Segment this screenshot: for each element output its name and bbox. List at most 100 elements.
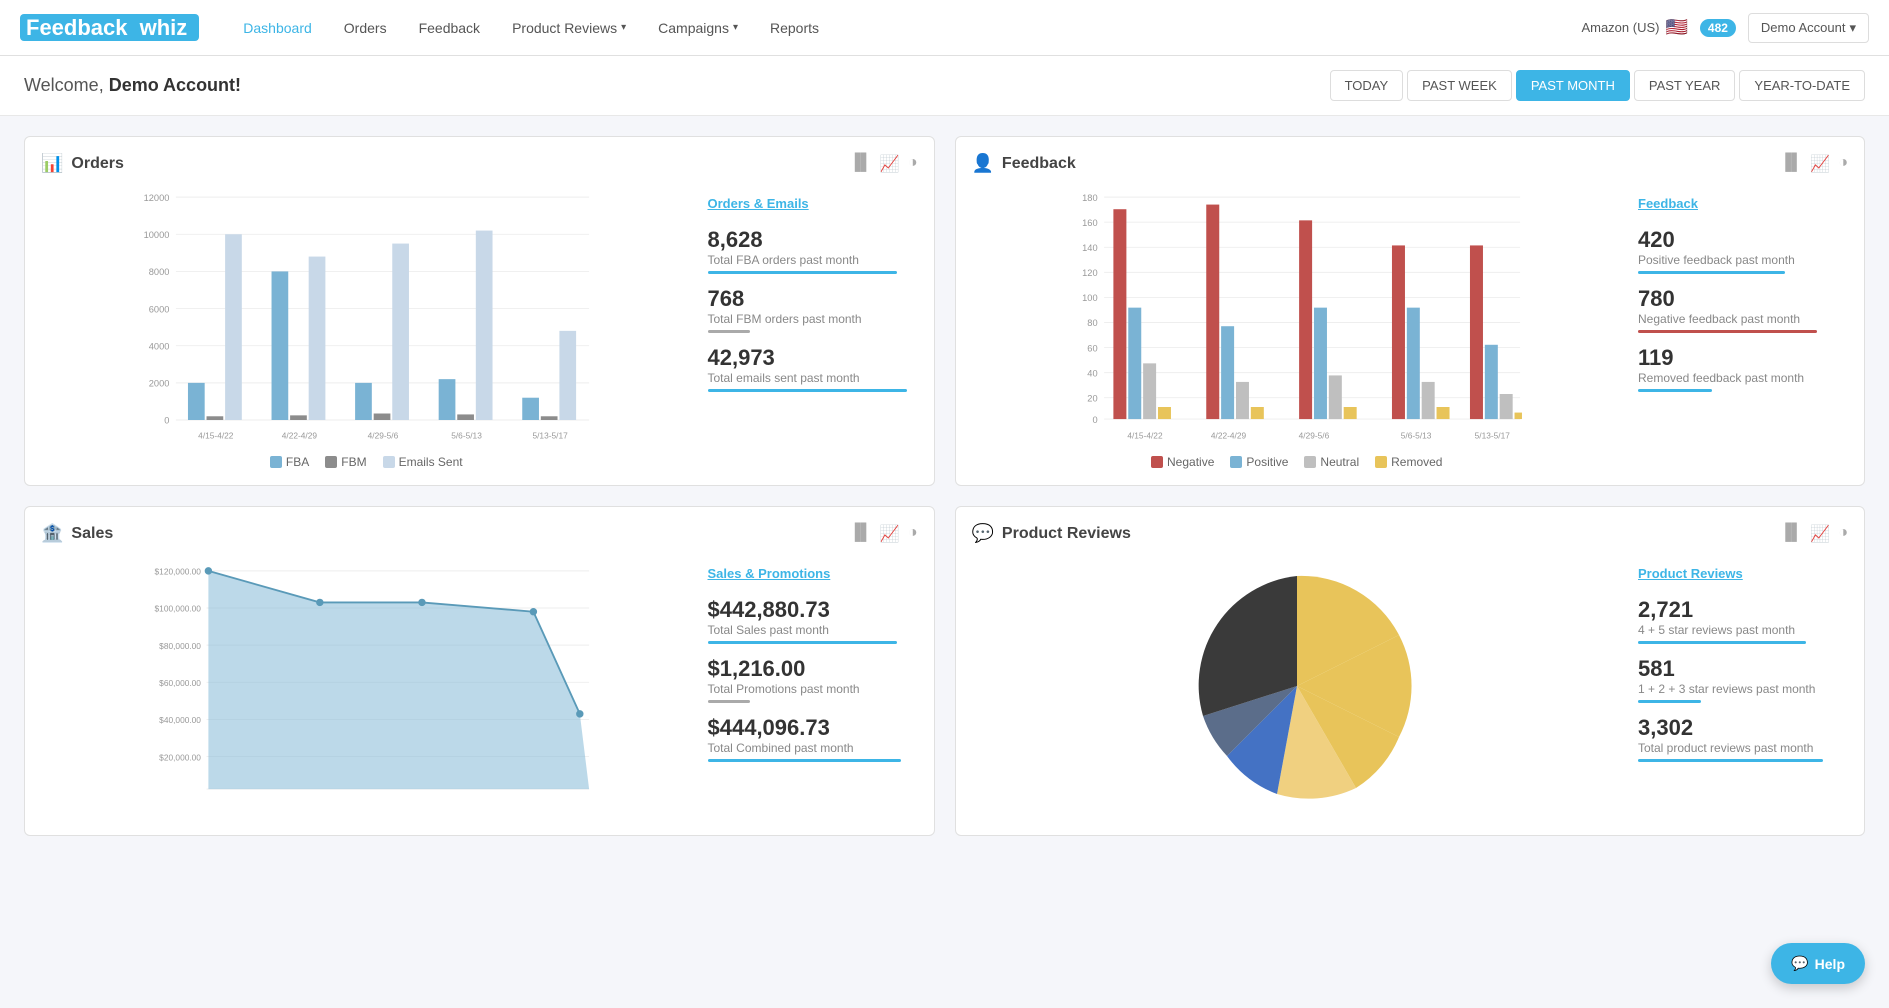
feedback-pie-chart-icon[interactable]: ◑	[1838, 154, 1848, 174]
welcome-bar: Welcome, Demo Account! TODAY PAST WEEK P…	[0, 56, 1889, 116]
sales-line-chart-icon[interactable]: 📈	[880, 524, 900, 544]
product-reviews-stat-link-group: Product Reviews	[1638, 566, 1848, 585]
reviews-high-star-bar	[1638, 641, 1806, 644]
date-today[interactable]: TODAY	[1330, 70, 1404, 101]
bar-chart-icon[interactable]: ▐▌	[849, 154, 872, 174]
svg-text:2000: 2000	[149, 379, 170, 389]
logo: Feedback whiz	[20, 15, 199, 41]
feedback-title-label: Feedback	[1002, 155, 1076, 173]
svg-text:80: 80	[1087, 318, 1097, 328]
legend-fbm-dot	[325, 456, 337, 468]
demo-account-menu[interactable]: Demo Account ▾	[1748, 13, 1869, 43]
reviews-bar-chart-icon[interactable]: ▐▌	[1780, 524, 1803, 544]
orders-emails-value: 42,973	[708, 345, 918, 371]
sales-promotions-label: Total Promotions past month	[708, 682, 918, 696]
nav-dashboard[interactable]: Dashboard	[229, 14, 326, 42]
orders-stat-link-group: Orders & Emails	[708, 196, 918, 215]
sales-pie-chart-icon[interactable]: ◑	[908, 524, 918, 544]
svg-text:4/29-5/6: 4/29-5/6	[368, 431, 399, 441]
nav-campaigns[interactable]: Campaigns ▾	[644, 14, 752, 42]
line-chart-icon[interactable]: 📈	[880, 154, 900, 174]
product-reviews-pie-chart	[1167, 556, 1427, 816]
sales-promotions-stat: $1,216.00 Total Promotions past month	[708, 656, 918, 703]
notification-badge[interactable]: 482	[1700, 19, 1736, 37]
reviews-pie-chart-icon[interactable]: ◑	[1838, 524, 1848, 544]
product-reviews-card-header: 💬 Product Reviews ▐▌ 📈 ◑	[972, 523, 1849, 544]
demo-account-label: Demo Account	[1761, 20, 1846, 35]
legend-negative: Negative	[1151, 455, 1214, 469]
reviews-line-chart-icon[interactable]: 📈	[1810, 524, 1830, 544]
orders-fba-bar	[708, 271, 897, 274]
sales-bar-chart-icon[interactable]: ▐▌	[849, 524, 872, 544]
sales-total-value: $442,880.73	[708, 597, 918, 623]
legend-neutral-dot	[1304, 456, 1316, 468]
product-reviews-link[interactable]: Product Reviews	[1638, 566, 1848, 581]
svg-text:$80,000.00: $80,000.00	[159, 641, 201, 651]
sales-combined-label: Total Combined past month	[708, 741, 918, 755]
sales-promotions-bar	[708, 700, 750, 703]
feedback-line-chart-icon[interactable]: 📈	[1810, 154, 1830, 174]
svg-text:4/29-5/6: 4/29-5/6	[1298, 431, 1329, 441]
amazon-label: Amazon (US)	[1581, 20, 1659, 35]
feedback-link[interactable]: Feedback	[1638, 196, 1848, 211]
sales-card: 🏦 Sales ▐▌ 📈 ◑ $120,000.00 $100,000.00 $…	[24, 506, 935, 836]
orders-chart-area: 12000 10000 8000 6000 4000 2000 0	[41, 186, 918, 469]
feedback-icon: 👤	[972, 153, 994, 174]
orders-emails-link[interactable]: Orders & Emails	[708, 196, 918, 211]
sales-promotions-link[interactable]: Sales & Promotions	[708, 566, 918, 581]
orders-card: 📊 Orders ▐▌ 📈 ◑ 12000 10000 8000 6000 40…	[24, 136, 935, 486]
svg-text:4/22-4/29: 4/22-4/29	[282, 431, 318, 441]
navbar: Feedback whiz Dashboard Orders Feedback …	[0, 0, 1889, 56]
reviews-total-value: 3,302	[1638, 715, 1848, 741]
svg-text:4/15-4/22: 4/15-4/22	[198, 431, 234, 441]
date-past-month[interactable]: PAST MONTH	[1516, 70, 1630, 101]
orders-chart-icons: ▐▌ 📈 ◑	[849, 154, 917, 174]
sales-chart-icons: ▐▌ 📈 ◑	[849, 524, 917, 544]
campaigns-caret: ▾	[733, 22, 738, 33]
orders-emails-stat: 42,973 Total emails sent past month	[708, 345, 918, 392]
sales-title-label: Sales	[71, 525, 113, 543]
legend-fbm: FBM	[325, 455, 366, 469]
svg-text:5/13-5/17: 5/13-5/17	[532, 431, 568, 441]
feedback-card: 👤 Feedback ▐▌ 📈 ◑ 180 160 140 120 100 80	[955, 136, 1866, 486]
orders-card-title: 📊 Orders	[41, 153, 124, 174]
nav-feedback[interactable]: Feedback	[405, 14, 494, 42]
svg-text:8000: 8000	[149, 267, 170, 277]
date-past-week[interactable]: PAST WEEK	[1407, 70, 1512, 101]
orders-card-header: 📊 Orders ▐▌ 📈 ◑	[41, 153, 918, 174]
legend-positive-label: Positive	[1246, 455, 1288, 469]
legend-positive: Positive	[1230, 455, 1288, 469]
date-past-year[interactable]: PAST YEAR	[1634, 70, 1736, 101]
product-reviews-card-title: 💬 Product Reviews	[972, 523, 1131, 544]
sales-stat-link-group: Sales & Promotions	[708, 566, 918, 585]
sales-combined-stat: $444,096.73 Total Combined past month	[708, 715, 918, 762]
svg-text:5/13-5/17: 5/13-5/17	[1474, 431, 1510, 441]
date-year-to-date[interactable]: YEAR-TO-DATE	[1739, 70, 1865, 101]
nav-orders[interactable]: Orders	[330, 14, 401, 42]
nav-product-reviews[interactable]: Product Reviews ▾	[498, 14, 640, 42]
feedback-card-title: 👤 Feedback	[972, 153, 1076, 174]
feedback-removed-stat: 119 Removed feedback past month	[1638, 345, 1848, 392]
legend-emails-label: Emails Sent	[399, 455, 463, 469]
sales-area-chart: $120,000.00 $100,000.00 $80,000.00 $60,0…	[41, 556, 692, 816]
orders-bar-chart: 12000 10000 8000 6000 4000 2000 0	[41, 186, 692, 446]
sales-combined-value: $444,096.73	[708, 715, 918, 741]
svg-text:40: 40	[1087, 368, 1097, 378]
legend-positive-dot	[1230, 456, 1242, 468]
help-button[interactable]: 💬 Help	[1771, 943, 1865, 984]
nav-links: Dashboard Orders Feedback Product Review…	[229, 14, 1581, 42]
sales-total-stat: $442,880.73 Total Sales past month	[708, 597, 918, 644]
feedback-bar-chart-container: 180 160 140 120 100 80 60 40 20 0	[972, 186, 1623, 469]
sales-total-bar	[708, 641, 897, 644]
feedback-chart-area: 180 160 140 120 100 80 60 40 20 0	[972, 186, 1849, 469]
pie-chart-icon[interactable]: ◑	[908, 154, 918, 174]
feedback-negative-bar	[1638, 330, 1817, 333]
feedback-bar-chart-icon[interactable]: ▐▌	[1780, 154, 1803, 174]
orders-bar-chart-container: 12000 10000 8000 6000 4000 2000 0	[41, 186, 692, 469]
feedback-positive-bar	[1638, 271, 1785, 274]
nav-reports[interactable]: Reports	[756, 14, 833, 42]
svg-text:5/6-5/13: 5/6-5/13	[451, 431, 482, 441]
reviews-total-label: Total product reviews past month	[1638, 741, 1848, 755]
reviews-low-star-value: 581	[1638, 656, 1848, 682]
legend-emails-dot	[383, 456, 395, 468]
